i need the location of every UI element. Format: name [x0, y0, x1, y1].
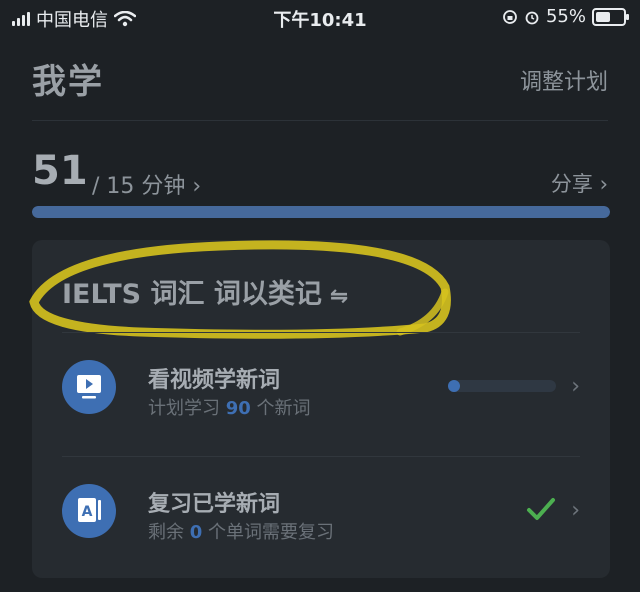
share-link[interactable]: 分享 ›	[551, 168, 608, 198]
task-subtitle: 计划学习 90 个新词	[148, 398, 311, 419]
page-title: 我学	[32, 62, 104, 102]
battery-percent: 55%	[545, 6, 586, 27]
status-bar: 中国电信 下午10:41 55%	[0, 0, 640, 34]
video-progress-bar	[448, 380, 556, 392]
status-right: 55%	[502, 6, 629, 27]
task-subtitle: 剩余 0 个单词需要复习	[148, 522, 334, 543]
daily-progress-fill	[32, 206, 610, 218]
svg-text:A: A	[82, 504, 93, 520]
rotation-lock-icon	[503, 9, 517, 24]
header: 我学 调整计划	[32, 50, 608, 110]
task-title: 复习已学新词	[148, 492, 281, 517]
header-divider	[32, 120, 608, 121]
swap-icon: ⇋	[329, 284, 349, 309]
adjust-plan-link[interactable]: 调整计划	[520, 64, 608, 96]
check-icon	[527, 498, 555, 520]
video-icon	[62, 360, 116, 414]
daily-goal-link[interactable]: / 15 分钟 ›	[92, 168, 201, 200]
wordbook-name: IELTS 词汇 词以类记	[62, 279, 322, 310]
task-watch-video[interactable]: 看视频学新词 计划学习 90 个新词 ›	[32, 332, 610, 442]
video-progress-indicator	[448, 380, 460, 392]
wordbook-card: IELTS 词汇 词以类记 ⇋ 看视频学新词 计划学习 90 个新词 › A 复习…	[29, 240, 610, 578]
battery-icon	[592, 7, 629, 26]
daily-progress-bar	[32, 206, 610, 218]
flashcard-icon: A	[62, 484, 116, 538]
task-divider	[62, 456, 580, 457]
chevron-right-icon: ›	[571, 498, 580, 523]
minutes-studied: 51	[32, 148, 88, 194]
battery-fill	[596, 11, 611, 22]
chevron-right-icon: ›	[571, 374, 580, 399]
task-divider	[62, 332, 580, 333]
alarm-icon	[525, 11, 539, 24]
daily-progress: 51 / 15 分钟 › 分享 ›	[32, 148, 608, 200]
wordbook-title[interactable]: IELTS 词汇 词以类记 ⇋	[62, 272, 348, 311]
task-review-words[interactable]: A 复习已学新词 剩余 0 个单词需要复习 ›	[32, 456, 610, 566]
task-title: 看视频学新词	[148, 368, 281, 393]
